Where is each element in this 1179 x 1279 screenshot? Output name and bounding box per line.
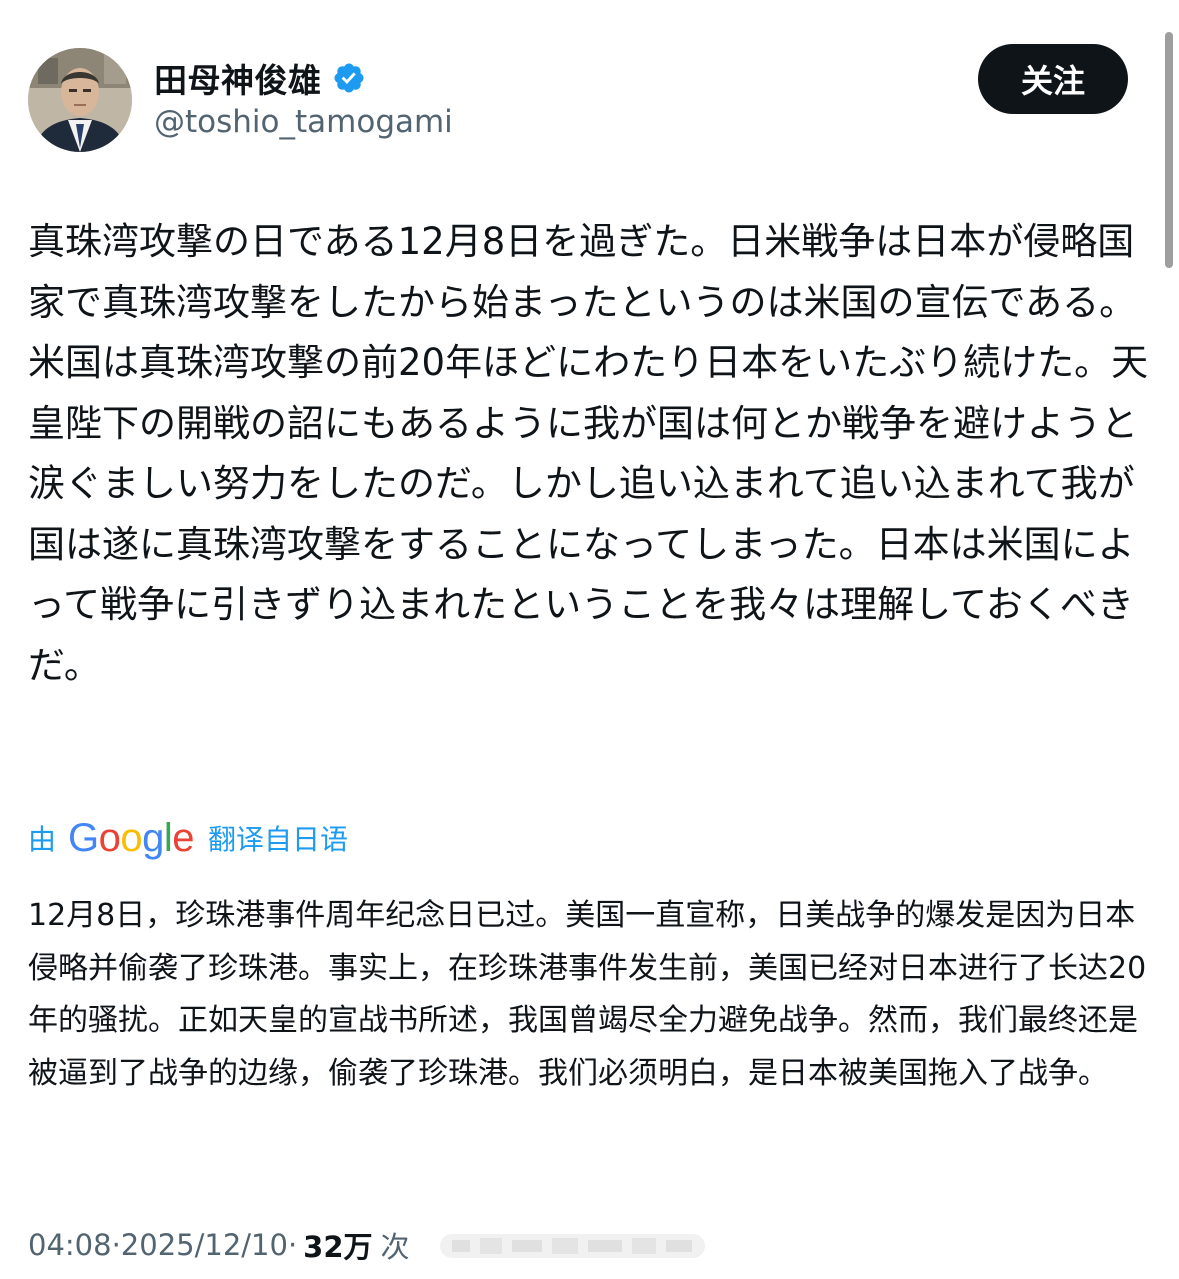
- tweet-header: 田母神俊雄 @toshio_tamogami 关注: [28, 44, 1148, 156]
- google-logo: Google: [68, 816, 195, 860]
- meta-separator: ·: [111, 1228, 121, 1262]
- meta-separator: ·: [287, 1228, 298, 1262]
- verified-badge-icon: [333, 63, 364, 93]
- name-row: 田母神俊雄: [154, 54, 366, 102]
- tweet-time[interactable]: 04:08: [28, 1228, 112, 1262]
- translation-attribution[interactable]: 由 Google 翻译自日语: [28, 812, 348, 864]
- translated-from-label: 翻译自日语: [208, 823, 349, 856]
- watermark-icon: [440, 1234, 705, 1258]
- tweet-meta: 04:08 · 2025/12/10 · 32万 次: [28, 1222, 410, 1268]
- tweet-date[interactable]: 2025/12/10: [121, 1228, 288, 1262]
- display-name[interactable]: 田母神俊雄: [154, 54, 322, 102]
- view-count: 32万: [303, 1230, 373, 1264]
- avatar[interactable]: [28, 48, 132, 152]
- translated-text: 12月8日，珍珠港事件周年纪念日已过。美国一直宣称，日美战争的爆发是因为日本侵略…: [28, 898, 1147, 1091]
- translated-by-label: 由: [28, 823, 57, 856]
- avatar-photo-icon: [28, 48, 132, 152]
- view-count-label: 次: [380, 1230, 410, 1264]
- tweet-text: 真珠湾攻撃の日である12月8日を過ぎた。日米戦争は日本が侵略国家で真珠湾攻撃をし…: [28, 220, 1149, 687]
- user-handle[interactable]: @toshio_tamogami: [154, 104, 453, 140]
- follow-button[interactable]: 关注: [978, 44, 1128, 114]
- scrollbar[interactable]: [1165, 32, 1173, 268]
